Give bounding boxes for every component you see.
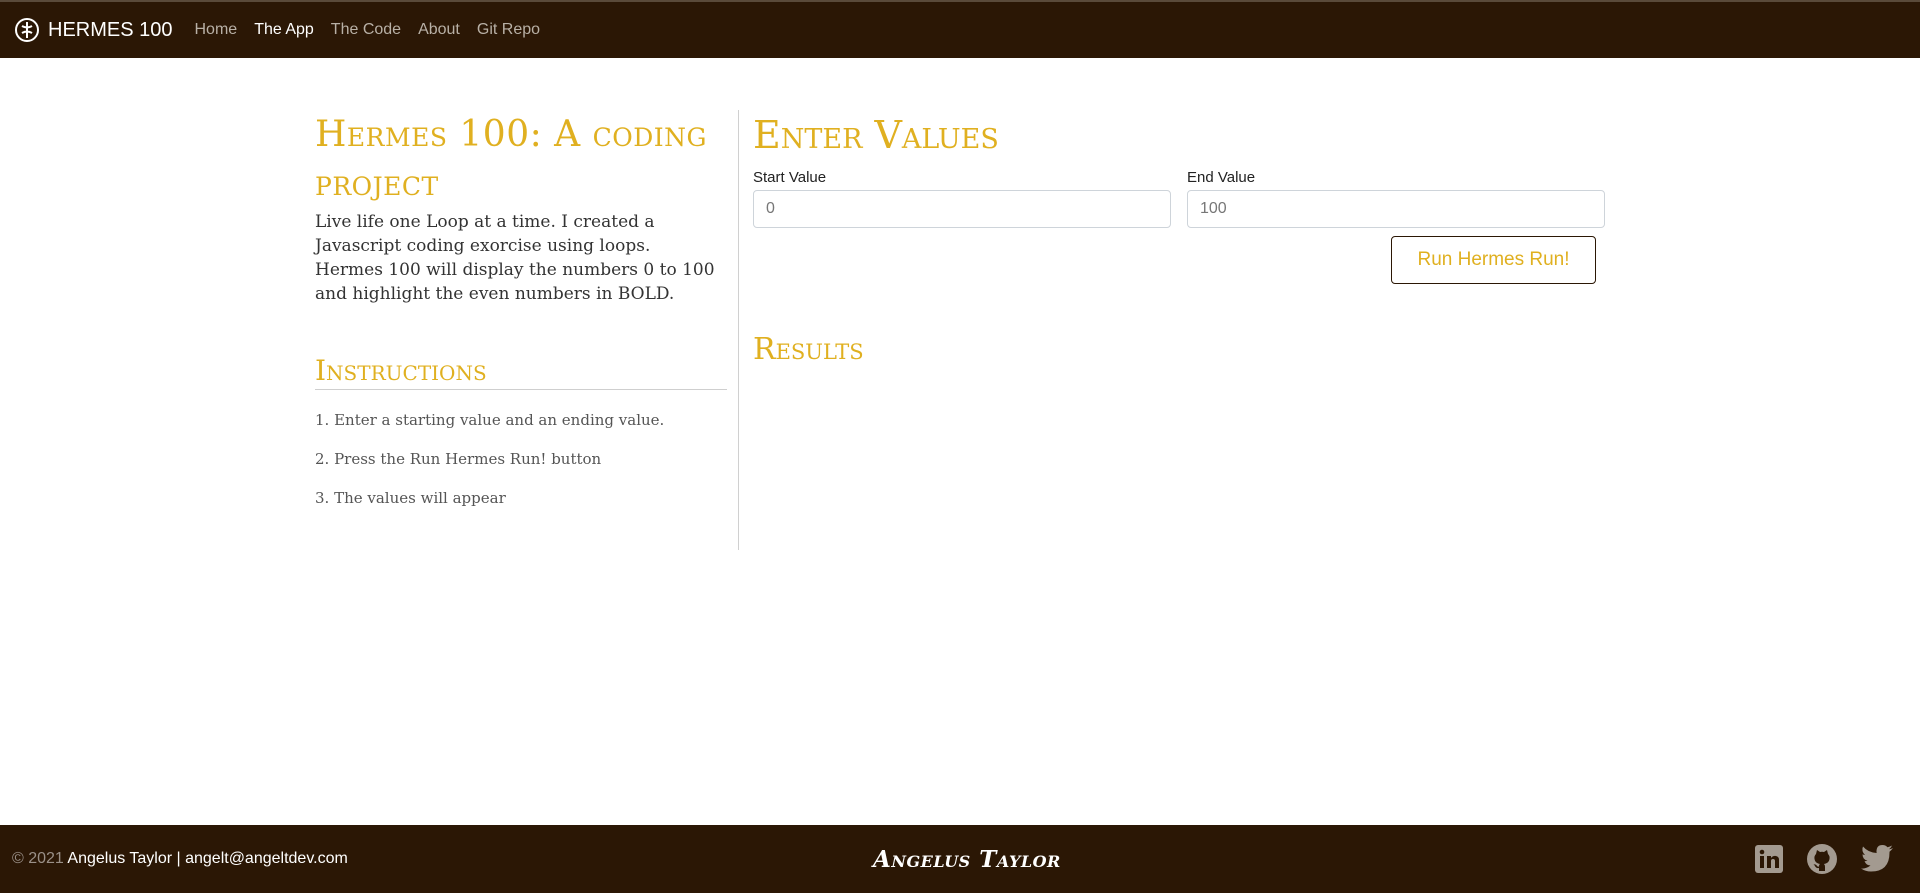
page-title: Hermes 100: A coding project: [315, 114, 708, 204]
end-value-label: End Value: [1187, 169, 1256, 186]
copyright-text: © 2021: [12, 850, 64, 867]
social-links: [1732, 843, 1894, 875]
value-fields: Start Value End Value: [753, 169, 1606, 228]
instruction-step-3: 3. The values will appear: [315, 489, 506, 507]
nav-the-code[interactable]: The Code: [331, 21, 401, 39]
results-heading: Results: [753, 332, 864, 367]
instruction-step-1: 1. Enter a starting value and an ending …: [315, 411, 665, 429]
brand[interactable]: HERMES 100: [14, 17, 173, 43]
instructions-heading: Instructions: [315, 354, 727, 390]
run-hermes-button[interactable]: Run Hermes Run!: [1391, 236, 1596, 284]
linkedin-icon[interactable]: [1754, 844, 1784, 874]
instruction-step-2: 2. Press the Run Hermes Run! button: [315, 450, 602, 468]
values-column: Enter Values Start Value End Value Run H…: [753, 110, 1606, 367]
nav-home[interactable]: Home: [195, 21, 238, 39]
nav-git-repo[interactable]: Git Repo: [477, 21, 540, 39]
brand-logo-icon: [15, 18, 39, 42]
footer-credits: © 2021 Angelus Taylor | angelt@angeltdev…: [12, 850, 348, 868]
github-icon[interactable]: [1806, 843, 1838, 875]
brand-name: HERMES 100: [48, 18, 173, 41]
enter-values-heading: Enter Values: [753, 113, 999, 157]
nav-the-app[interactable]: The App: [254, 21, 314, 39]
nav-about[interactable]: About: [418, 21, 460, 39]
start-value-group: Start Value: [753, 169, 1171, 228]
start-value-input[interactable]: [753, 190, 1171, 228]
intro-text: Live life one Loop at a time. I created …: [315, 212, 715, 304]
project-info-column: Hermes 100: A coding project Live life o…: [315, 110, 739, 550]
end-value-input[interactable]: [1187, 190, 1605, 228]
footer: © 2021 Angelus Taylor | angelt@angeltdev…: [0, 825, 1920, 893]
footer-logo-text: Angelus Taylor: [873, 845, 1061, 873]
twitter-icon[interactable]: [1860, 844, 1894, 874]
button-row: Run Hermes Run!: [753, 236, 1596, 284]
start-value-label: Start Value: [753, 169, 827, 186]
top-navbar: HERMES 100 Home The App The Code About G…: [0, 0, 1920, 58]
end-value-group: End Value: [1187, 169, 1605, 228]
author-contact[interactable]: Angelus Taylor | angelt@angeltdev.com: [67, 850, 347, 867]
